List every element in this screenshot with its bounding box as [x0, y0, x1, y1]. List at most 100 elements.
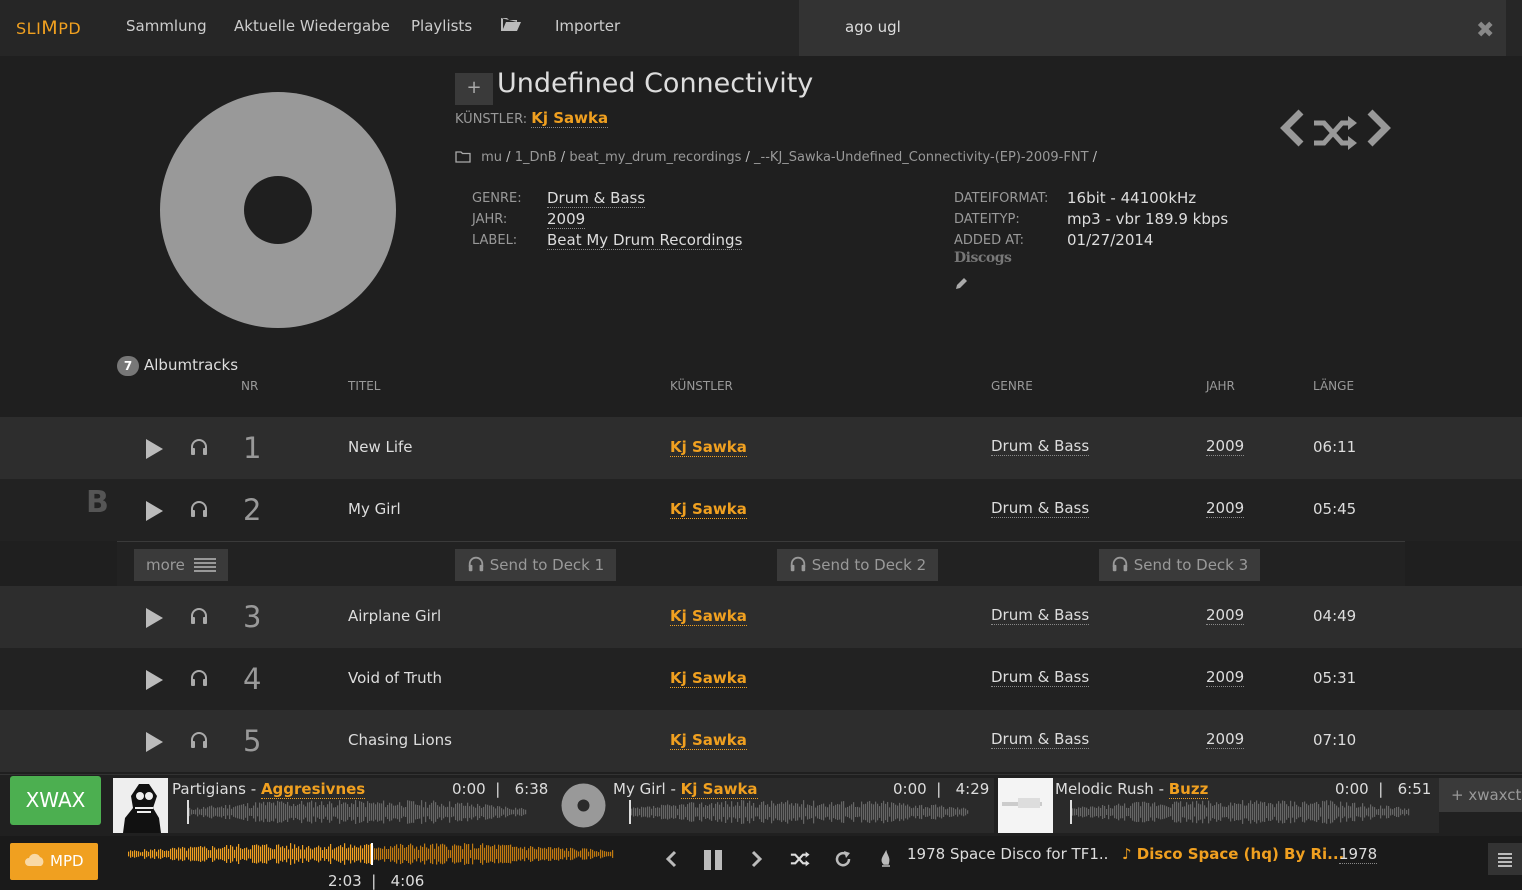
track-length: 04:49 [1313, 607, 1357, 625]
meta-fileformat-value: 16bit - 44100kHz [1067, 189, 1197, 207]
pencil-icon[interactable] [954, 277, 968, 295]
headphones-icon[interactable] [189, 668, 209, 688]
playback-progress-waveform[interactable] [128, 843, 614, 865]
send-to-deck-1-button[interactable]: Send to Deck 1 [455, 549, 617, 581]
shuffle-icon[interactable] [1312, 112, 1358, 161]
headphones-icon[interactable] [189, 437, 209, 457]
breadcrumb-item[interactable]: mu [481, 150, 502, 165]
col-title: TITEL [348, 379, 381, 393]
play-icon[interactable] [146, 608, 163, 628]
breadcrumb-item[interactable]: beat_my_drum_recordings [569, 150, 741, 165]
track-title: New Life [348, 438, 413, 456]
col-length: LÄNGE [1313, 379, 1355, 393]
menu-button[interactable] [1488, 843, 1522, 875]
deck-1-waveform[interactable] [187, 800, 527, 824]
track-genre[interactable]: Drum & Bass [991, 606, 1090, 625]
meta-label-label: LABEL: [472, 233, 518, 248]
meta-genre-value[interactable]: Drum & Bass [547, 189, 646, 208]
col-artist: KÜNSTLER [670, 379, 733, 393]
nav-playlists[interactable]: Playlists [411, 17, 472, 35]
track-genre[interactable]: Drum & Bass [991, 437, 1090, 456]
play-icon[interactable] [146, 439, 163, 459]
table-row[interactable]: 4 Void of Truth Kj Sawka Drum & Bass 200… [0, 648, 1522, 710]
headphones-icon[interactable] [189, 730, 209, 750]
folder-open-icon[interactable] [500, 15, 522, 37]
track-year[interactable]: 2009 [1206, 437, 1245, 456]
deck-2-time: 0:00 | 4:29 [893, 780, 990, 798]
cloud-icon [25, 853, 44, 866]
repeat-icon[interactable] [834, 849, 852, 873]
list-icon [193, 558, 216, 572]
search-input[interactable] [845, 18, 1445, 36]
xwax-button[interactable]: XWAX [10, 776, 101, 825]
add-album-button[interactable]: + [455, 73, 493, 105]
play-icon[interactable] [146, 732, 163, 752]
pause-icon[interactable] [703, 849, 723, 876]
nav-sammlung[interactable]: Sammlung [126, 17, 207, 35]
track-artist[interactable]: Kj Sawka [670, 669, 747, 688]
chevron-right-icon[interactable] [1364, 108, 1392, 158]
now-playing-year[interactable]: 1978 [1339, 845, 1378, 864]
table-row[interactable]: 1 New Life Kj Sawka Drum & Bass 2009 06:… [0, 417, 1522, 479]
chevron-left-icon[interactable] [1279, 108, 1307, 158]
play-icon[interactable] [146, 670, 163, 690]
headphones-icon[interactable] [189, 606, 209, 626]
track-genre[interactable]: Drum & Bass [991, 668, 1090, 687]
more-button[interactable]: more [134, 549, 228, 581]
nav-aktuelle-wiedergabe[interactable]: Aktuelle Wiedergabe [234, 17, 390, 35]
now-playing-artist[interactable]: ♪ Disco Space (hq) By Ri... [1122, 845, 1344, 863]
folder-icon [455, 151, 471, 163]
playback-time: 2:03 | 4:06 [328, 872, 425, 890]
deck-2-waveform[interactable] [629, 800, 969, 824]
previous-icon[interactable] [664, 849, 678, 873]
send-to-deck-3-button[interactable]: Send to Deck 3 [1099, 549, 1261, 581]
top-navbar: SLIMPD Sammlung Aktuelle Wiedergabe Play… [0, 0, 1522, 56]
meta-year-value[interactable]: 2009 [547, 210, 586, 229]
meta-added-label: ADDED AT: [954, 233, 1025, 248]
track-artist[interactable]: Kj Sawka [670, 500, 747, 519]
send-to-deck-2-button[interactable]: Send to Deck 2 [777, 549, 939, 581]
discogs-logo[interactable]: Discogs [954, 250, 1012, 266]
deck-1-cover [113, 778, 168, 833]
track-year[interactable]: 2009 [1206, 668, 1245, 687]
close-icon[interactable]: ✖ [1476, 18, 1494, 43]
now-playing-title[interactable]: 1978 Space Disco for TF1.. [907, 845, 1108, 863]
app-logo[interactable]: SLIMPD [16, 17, 81, 39]
table-row[interactable]: 5 Chasing Lions Kj Sawka Drum & Bass 200… [0, 710, 1522, 772]
track-count-badge: 7 [117, 356, 139, 376]
meta-filetype-label: DATEITYP: [954, 212, 1020, 227]
track-artist[interactable]: Kj Sawka [670, 607, 747, 626]
table-row[interactable]: 2 My Girl Kj Sawka Drum & Bass 2009 05:4… [0, 479, 1522, 541]
deck-3-waveform[interactable] [1070, 800, 1410, 824]
track-length: 06:11 [1313, 438, 1357, 456]
track-artist[interactable]: Kj Sawka [670, 438, 747, 457]
col-year: JAHR [1206, 379, 1235, 393]
breadcrumb-item[interactable]: _--KJ_Sawka-Undefined_Connectivity-(EP)-… [754, 150, 1088, 165]
col-nr: NR [241, 379, 259, 393]
deck-1-time: 0:00 | 6:38 [452, 780, 549, 798]
track-number: 1 [243, 431, 262, 465]
meta-filetype-value: mp3 - vbr 189.9 kbps [1067, 210, 1229, 228]
play-icon[interactable] [146, 501, 163, 521]
track-year[interactable]: 2009 [1206, 606, 1245, 625]
list-icon [1498, 853, 1512, 867]
shuffle-icon[interactable] [790, 849, 810, 873]
breadcrumb-item[interactable]: 1_DnB [515, 150, 557, 165]
track-year[interactable]: 2009 [1206, 499, 1245, 518]
nav-importer[interactable]: Importer [555, 17, 620, 35]
breadcrumb: mu / 1_DnB / beat_my_drum_recordings / _… [455, 150, 1097, 165]
track-genre[interactable]: Drum & Bass [991, 730, 1090, 749]
album-artist-link[interactable]: Kj Sawka [531, 109, 609, 128]
meta-genre-label: GENRE: [472, 191, 522, 206]
meta-label-value[interactable]: Beat My Drum Recordings [547, 231, 743, 250]
next-icon[interactable] [750, 849, 764, 873]
consume-icon[interactable] [878, 849, 894, 873]
track-year[interactable]: 2009 [1206, 730, 1245, 749]
headphones-icon[interactable] [189, 499, 209, 519]
search-bar[interactable] [799, 0, 1506, 56]
meta-added-value: 01/27/2014 [1067, 231, 1154, 249]
track-artist[interactable]: Kj Sawka [670, 731, 747, 750]
table-row[interactable]: 3 Airplane Girl Kj Sawka Drum & Bass 200… [0, 586, 1522, 648]
xwaxctl-button[interactable]: + xwaxctr [1439, 778, 1522, 812]
track-genre[interactable]: Drum & Bass [991, 499, 1090, 518]
